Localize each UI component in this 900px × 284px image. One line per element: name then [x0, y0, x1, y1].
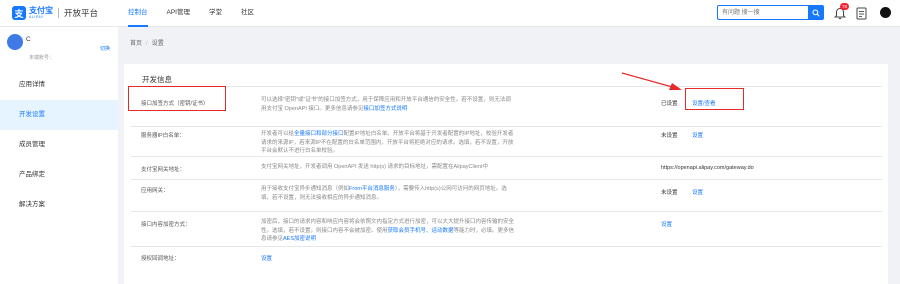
search-button[interactable] — [808, 5, 824, 20]
sidebar: C 切换 末端账号： 应用详情 开发设置 成员管理 产品绑定 解决方案 — [0, 27, 118, 284]
nav-community[interactable]: 社区 — [241, 0, 254, 27]
set-link[interactable]: 设置 — [692, 188, 703, 196]
setting-row-app-gateway: 应用网关： 用于接收支付宝异步通知消息（例如From平台消息服务），需要传入ht… — [131, 179, 882, 211]
alipay-logo[interactable]: 支 支付宝 ALIPAY 开放平台 — [12, 6, 98, 20]
row-label: 支付宝网关地址： — [141, 167, 186, 173]
breadcrumb-current: 设置 — [151, 41, 164, 47]
account-id-label: 末端账号： — [29, 55, 55, 61]
row-description: 开发者可以给全量接口和部分接口配置IP地址白名单。开放平台将基于开发者配置的IP… — [261, 131, 514, 154]
breadcrumb-separator: / — [146, 41, 148, 47]
highlight-box-action — [685, 88, 744, 110]
sidebar-item-members[interactable]: 成员管理 — [0, 130, 118, 160]
row-status: 未设置 — [661, 133, 678, 139]
logo-brand-en: ALIPAY — [29, 14, 44, 19]
app-avatar — [7, 34, 23, 50]
set-link[interactable]: 设置 — [661, 220, 672, 228]
setting-row-ip-whitelist: 服务器IP白名单： 开发者可以给全量接口和部分接口配置IP地址白名单。开放平台将… — [131, 126, 882, 156]
nav-console[interactable]: 控制台 — [128, 0, 148, 27]
platform-name: 开放平台 — [64, 8, 99, 18]
sidebar-item-dev-settings[interactable]: 开发设置 — [0, 100, 118, 130]
sidebar-menu: 应用详情 开发设置 成员管理 产品绑定 解决方案 — [0, 70, 118, 220]
logo-divider — [58, 8, 59, 18]
breadcrumb-home[interactable]: 首页 — [130, 41, 142, 47]
whitelist-scope-link[interactable]: 全量接口和部分接口 — [294, 131, 344, 137]
document-icon[interactable] — [856, 7, 867, 20]
user-avatar[interactable] — [880, 7, 891, 18]
search-input[interactable] — [717, 5, 808, 20]
row-description: 支付宝网关地址，开发者调用 OpenAPI 发送 http(s) 请求的目标地址… — [261, 164, 489, 170]
alipay-logo-icon: 支 — [12, 6, 26, 20]
highlight-box-label — [128, 86, 226, 111]
gateway-url: https://openapi.alipay.com/gateway.do — [661, 165, 754, 171]
nav-school[interactable]: 学堂 — [209, 0, 222, 27]
search-box — [717, 5, 824, 20]
sidebar-item-solutions[interactable]: 解决方案 — [0, 190, 118, 220]
dev-info-panel: 开发信息 接口加签方式（密钥/证书） 可以选择"密钥"或"证书"的接口加签方式，… — [124, 64, 888, 284]
app-name: C — [26, 36, 31, 43]
row-status: 已设置 — [661, 101, 678, 107]
row-label: 应用网关： — [141, 188, 169, 194]
notification-badge: 78 — [840, 3, 850, 10]
sidebar-item-app-details[interactable]: 应用详情 — [0, 70, 118, 100]
sidebar-item-product-binding[interactable]: 产品绑定 — [0, 160, 118, 190]
switch-account-link[interactable]: 切换 — [100, 45, 110, 52]
row-description: 加密后，接口的请求内容和响应内容将会依照文内指定方式进行加密，可以大大提升接口内… — [261, 219, 515, 242]
set-link[interactable]: 设置 — [261, 254, 272, 262]
breadcrumb: 首页 / 设置 — [130, 38, 164, 47]
logo-brand-cn: 支付宝 — [29, 5, 53, 15]
panel-title: 开发信息 — [142, 75, 172, 84]
row-label: 授权回调地址： — [141, 256, 180, 262]
signing-method-doc-link[interactable]: 接口加签方式说明 — [363, 106, 407, 112]
row-label: 接口内容加密方式： — [141, 222, 191, 228]
nav-api-management[interactable]: API管理 — [167, 0, 190, 27]
setting-row-encryption: 接口内容加密方式： 加密后，接口的请求内容和响应内容将会依照文内指定方式进行加密… — [131, 211, 882, 246]
search-icon — [812, 8, 820, 17]
setting-row-gateway: 支付宝网关地址： 支付宝网关地址，开发者调用 OpenAPI 发送 http(s… — [131, 156, 882, 179]
row-label: 服务器IP白名单： — [141, 133, 185, 139]
row-status: 未设置 — [661, 190, 678, 196]
row-description: 可以选择"密钥"或"证书"的接口加签方式，用于保障应用和开放平台通信的安全性。若… — [261, 97, 511, 112]
message-service-link[interactable]: From平台消息服务 — [349, 186, 395, 192]
setting-row-signing-method: 接口加签方式（密钥/证书） 可以选择"密钥"或"证书"的接口加签方式，用于保障应… — [131, 86, 882, 126]
member-phone-link[interactable]: 获取会员手机号、运动数据 — [388, 228, 454, 234]
setting-row-auth-callback: 授权回调地址： 设置 — [131, 246, 882, 271]
set-link[interactable]: 设置 — [692, 131, 703, 139]
top-nav: 控制台 API管理 学堂 社区 — [128, 0, 273, 27]
row-description: 用于接收支付宝异步通知消息（例如From平台消息服务），需要传入http(s)公… — [261, 186, 507, 201]
aes-doc-link[interactable]: AES加密说明 — [283, 236, 316, 242]
account-info: C 切换 末端账号： — [7, 34, 113, 69]
top-header: 支 支付宝 ALIPAY 开放平台 控制台 API管理 学堂 社区 78 — [0, 0, 900, 27]
